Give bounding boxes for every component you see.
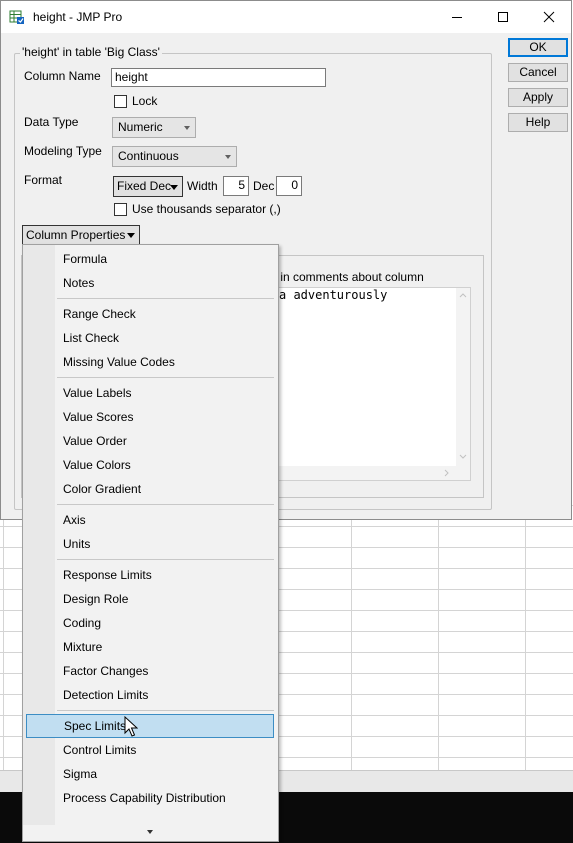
modeling-type-label: Modeling Type xyxy=(24,144,102,158)
modeling-type-select[interactable]: Continuous xyxy=(112,146,237,167)
menu-item-range-check[interactable]: Range Check xyxy=(23,302,278,326)
apply-button[interactable]: Apply xyxy=(508,88,568,107)
minimize-icon xyxy=(451,16,462,18)
menu-item-detection-limits[interactable]: Detection Limits xyxy=(23,683,278,707)
menu-separator xyxy=(23,295,278,302)
groupbox-title: 'height' in table 'Big Class' xyxy=(20,45,162,59)
data-type-label: Data Type xyxy=(24,115,79,129)
menu-item-missing-value-codes[interactable]: Missing Value Codes xyxy=(23,350,278,374)
chevron-down-icon xyxy=(184,126,190,130)
column-properties-menu: Formula Notes Range Check List Check Missing… xyxy=(22,244,279,842)
help-button[interactable]: Help xyxy=(508,113,568,132)
menu-item-control-limits[interactable]: Control Limits xyxy=(23,738,278,762)
data-type-value: Numeric xyxy=(118,120,163,134)
notes-textarea[interactable] xyxy=(271,287,471,481)
notes-horizontal-scrollbar[interactable] xyxy=(272,466,470,480)
dec-input[interactable]: 0 xyxy=(276,176,302,196)
scroll-arrows-icon xyxy=(459,293,467,459)
menu-item-value-colors[interactable]: Value Colors xyxy=(23,453,278,477)
column-name-input[interactable]: height xyxy=(111,68,326,87)
menu-item-color-gradient[interactable]: Color Gradient xyxy=(23,477,278,501)
thousands-separator-label: Use thousands separator (,) xyxy=(132,202,281,216)
column-name-label: Column Name xyxy=(24,69,101,83)
format-select[interactable]: Fixed Dec xyxy=(113,176,183,197)
scroll-right-icon xyxy=(444,469,449,477)
notes-vertical-scrollbar[interactable] xyxy=(456,288,470,466)
menu-item-factor-changes[interactable]: Factor Changes xyxy=(23,659,278,683)
menu-scroll-down-icon[interactable] xyxy=(147,830,153,834)
menu-separator xyxy=(23,556,278,563)
maximize-icon xyxy=(497,11,508,22)
menu-item-value-scores[interactable]: Value Scores xyxy=(23,405,278,429)
column-properties-button[interactable]: Column Properties xyxy=(22,225,140,245)
maximize-button[interactable] xyxy=(480,1,526,33)
format-label: Format xyxy=(24,173,63,187)
menu-item-mixture[interactable]: Mixture xyxy=(23,635,278,659)
notes-content: a adventurously xyxy=(279,288,388,302)
width-input[interactable]: 5 xyxy=(223,176,249,196)
ok-button[interactable]: OK xyxy=(508,38,568,57)
menu-separator xyxy=(23,374,278,381)
menu-list: Formula Notes Range Check List Check Missing… xyxy=(23,247,278,810)
jmp-table-icon xyxy=(9,10,24,24)
lock-checkbox[interactable] xyxy=(114,95,127,108)
window-title: height - JMP Pro xyxy=(33,10,123,24)
menu-item-list-check[interactable]: List Check xyxy=(23,326,278,350)
menu-item-value-labels[interactable]: Value Labels xyxy=(23,381,278,405)
width-label: Width xyxy=(187,179,218,193)
menu-item-design-role[interactable]: Design Role xyxy=(23,587,278,611)
menu-separator xyxy=(23,501,278,508)
notes-hint-text: y in comments about column xyxy=(271,270,424,284)
close-button[interactable] xyxy=(526,1,572,33)
chevron-down-icon xyxy=(170,185,178,190)
cancel-button[interactable]: Cancel xyxy=(508,63,568,82)
menu-item-formula[interactable]: Formula xyxy=(23,247,278,271)
menu-item-spec-limits[interactable]: Spec Limits xyxy=(26,714,274,738)
menu-item-response-limits[interactable]: Response Limits xyxy=(23,563,278,587)
close-icon xyxy=(543,11,555,23)
lock-label: Lock xyxy=(132,94,158,108)
minimize-button[interactable] xyxy=(434,1,480,33)
format-value: Fixed Dec xyxy=(117,179,172,193)
menu-separator xyxy=(23,707,278,714)
menu-item-notes[interactable]: Notes xyxy=(23,271,278,295)
thousands-separator-checkbox[interactable] xyxy=(114,203,127,216)
menu-item-sigma[interactable]: Sigma xyxy=(23,762,278,786)
title-bar[interactable]: height - JMP Pro xyxy=(1,1,571,33)
mouse-cursor-icon xyxy=(124,716,138,737)
chevron-down-icon xyxy=(225,155,231,159)
menu-item-coding[interactable]: Coding xyxy=(23,611,278,635)
chevron-down-icon xyxy=(127,233,135,238)
dec-label: Dec xyxy=(253,179,275,193)
menu-item-value-order[interactable]: Value Order xyxy=(23,429,278,453)
column-properties-label: Column Properties xyxy=(26,228,126,242)
data-type-select[interactable]: Numeric xyxy=(112,117,196,138)
menu-item-process-capability-distribution[interactable]: Process Capability Distribution xyxy=(23,786,278,810)
menu-item-units[interactable]: Units xyxy=(23,532,278,556)
menu-item-axis[interactable]: Axis xyxy=(23,508,278,532)
modeling-type-value: Continuous xyxy=(118,149,179,163)
